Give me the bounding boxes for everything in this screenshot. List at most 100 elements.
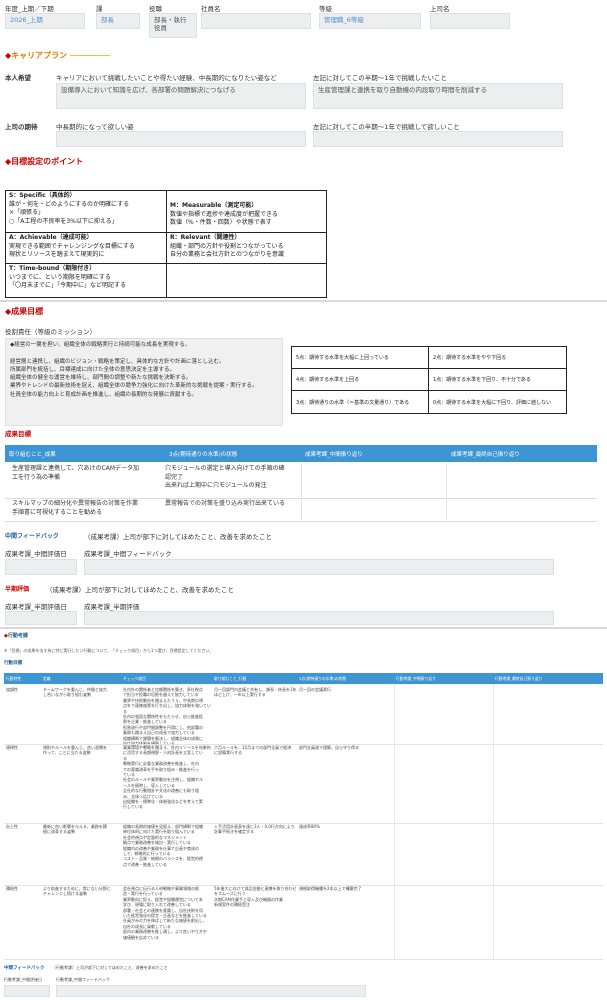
- behavior-header-cell: 行動特性: [4, 673, 41, 684]
- grade-field[interactable]: 管理職_6等級: [319, 13, 421, 29]
- mid-date-field[interactable]: [5, 559, 77, 575]
- title-underline: [70, 55, 110, 56]
- score-scale-cell: 1点：期待する水準を下回り、不十分である: [429, 369, 566, 391]
- half-eval-label: 半期評価: [5, 586, 30, 593]
- behavior-cell: 六月ルールを、10月までの部門全員で経済 に設備実行する: [214, 745, 292, 756]
- results-subtitle: 成果目標: [5, 430, 31, 438]
- behavior-note: ※「目標」の成果を出す為に特に実行したい行動について、「チェック項目」から1つ選…: [4, 648, 214, 653]
- self-q2-label: 左記に対してこの半期〜1年で挑戦したいこと: [313, 74, 447, 82]
- mission-label: 役割責任（等級のミッション）: [5, 328, 96, 336]
- behavior-cell: 事業環境や戦略を踏まえ、社内リソースを効果的 に活用する長期視野・人材計画を立案…: [123, 745, 211, 810]
- results-header-cell: 成果考課_中間振り返り: [301, 445, 447, 462]
- smart-m-cell: M：Measurable（測定可能） 数値や指標で進捗や達成度が把握できる 数値（…: [170, 202, 278, 227]
- period-label: 年度_上期／下期: [5, 5, 54, 13]
- period-field[interactable]: 2026_上期: [5, 13, 85, 29]
- behavior-subtitle: 行動目標: [4, 661, 22, 666]
- score-scale-cell: 3点：期待通りの水準（＝基準の文量通り）である: [292, 391, 429, 413]
- score-scale-cell: 2点：期待する水準をやや下回る: [429, 347, 566, 369]
- results-title: ◆成果目標: [5, 307, 44, 316]
- behavior-cell: 規格取得機種を2本以上で構築完了: [299, 886, 362, 891]
- mid-review-cell[interactable]: [301, 463, 447, 497]
- mid-feedback-label: 中間フィードバック: [5, 533, 59, 540]
- score-scale-cell: 0点：期待する水準を大幅に下回り、評価に値しない: [433, 399, 551, 406]
- behavior-section: ◆行動考課 ※「目標」の成果を出す為に特に実行したい行動について、「チェック項目…: [0, 629, 607, 1000]
- self-answer2-field[interactable]: 生産管理課と連携を取り自動機の内段取り時間を削減する: [313, 83, 563, 109]
- boss-answer1-field[interactable]: [56, 131, 306, 147]
- score-scale-cell: 5点：期待する水準を大幅に上回っている: [292, 347, 429, 369]
- behavior-cell: 部門全員達で理解、自ら守り得る: [299, 745, 359, 750]
- name-field[interactable]: [201, 13, 311, 29]
- behavior-header-cell: チェック項目: [121, 673, 212, 684]
- row-divider: [4, 959, 603, 960]
- behavior-cell: 積極性: [6, 886, 18, 891]
- behavior-cell: 月一回部門内会議と共有し、課長・係長を1年 ほど上げ、一年以上実行する: [214, 687, 297, 698]
- career-section: 年度_上期／下期 課 役職 社員名 等級 上司名 2026_上期 部長 部長・執…: [0, 0, 607, 300]
- grade-label: 等級: [319, 5, 332, 13]
- behavior-header-cell: 行動考課_中間振り返り: [394, 673, 493, 684]
- results-header-cell: 3点(期待通りの水準)の状態: [165, 445, 301, 462]
- behavior-cell: 規律性: [6, 745, 18, 750]
- behavior-cell: 達成率80%: [299, 824, 320, 829]
- smart-a-cell: A：Achievable（達成可能） 実現できる範囲でチャレンジングな目標にする …: [9, 234, 135, 259]
- smart-t-cell: T：Time-bound（期限付き） いつまでに、という期限を明確にする 「〇月末…: [9, 265, 127, 290]
- half-eval-note: （成果考課）上司が部下に対してほめたこと、改善を求めたこと: [46, 586, 235, 594]
- table-row: スキルマップの細分化や異常報告の対策を作業 手順書に可視化することを勧める: [12, 500, 139, 516]
- results-header-cell: 取り組むこと_成果: [5, 445, 165, 462]
- smart-table: S：Specific（具体的） 誰が・何を・どのようにするのか明確にする ×「頑張…: [5, 190, 327, 298]
- half-date-field[interactable]: [5, 611, 77, 625]
- mid-feedback-field[interactable]: [84, 559, 554, 575]
- smart-r-cell: R：Relevant（関連性） 組織・部門の方針や役割とつながっている 自分の業務…: [170, 234, 284, 259]
- column-divider: [394, 684, 395, 959]
- mid-feedback-note: （成果考課）上司が部下に対してほめたこと、改善を求めたこと: [84, 533, 273, 541]
- half-date-label: 成果考課_半期評価日: [5, 603, 67, 611]
- behavior-cell: 入手活用計画表を達に3人・4.0行方向により 計算手続きを確定する: [214, 824, 295, 835]
- boss-q1-label: 中長期的になって欲しい姿: [56, 123, 134, 131]
- boss-answer2-field[interactable]: [313, 131, 563, 147]
- half-eval-field[interactable]: [84, 611, 554, 625]
- behavior-mid-date-field[interactable]: [4, 985, 50, 997]
- behavior-header-cell: 行動考課_最終自己振り返り: [493, 673, 603, 684]
- half-eval-field-label: 成果考課_半期評価: [84, 603, 140, 611]
- role-label: 役職: [149, 5, 162, 13]
- career-plan-title: ◆キャリアプラン: [5, 51, 68, 60]
- results-section: ◆成果目標 役割責任（等級のミッション） ◆経営の一翼を担い、組織全体の戦略実行…: [0, 302, 607, 627]
- smart-s-cell: S：Specific（具体的） 誰が・何を・どのようにするのか明確にする ×「頑張…: [9, 192, 130, 226]
- behavior-title: ◆行動考課: [4, 633, 28, 639]
- table-row: 生産管理課と連携して、穴あけのCAMデータ加 工を行う為の準備: [12, 465, 139, 481]
- table-row: 穴モジュールの選定と導入向けての手順の確 認完了 出来れば上期中に穴モジュールの…: [165, 465, 285, 490]
- behavior-cell: 協調性: [6, 687, 18, 692]
- behavior-cell: 社内外の関係者と信頼関係を築き、多社視点 で担当や役職の垣根を越えて協力している…: [123, 687, 211, 746]
- behavior-header-cell: 取り組むこと_行動: [212, 673, 297, 684]
- behavior-header-cell: 3点(期待通りの水準)の状態: [297, 673, 394, 684]
- goal-points-title: ◆目標設定のポイント: [5, 157, 84, 166]
- column-divider: [493, 684, 494, 959]
- behavior-cell: 組織の長期的価値を見据え、部門横断で組織 単位体的に向けた実行を取り組んでいる …: [123, 824, 203, 867]
- behavior-cell: 向上性: [6, 824, 18, 829]
- behavior-mid-feedback-note: （行動考課）上司が部下に対してほめたこと、改善を求めたこと: [52, 965, 168, 970]
- name-label: 社員名: [201, 5, 221, 13]
- role-field[interactable]: 部長・執行役員: [149, 13, 197, 38]
- mid-feedback-field-label: 成果考課_中間フィードバック: [84, 550, 172, 558]
- self-wish-label: 本人希望: [5, 74, 31, 82]
- boss-field[interactable]: [430, 13, 510, 29]
- score-scale-cell: 4点：期待する水準を上回る: [292, 369, 429, 391]
- boss-q2-label: 左記に対してこの半期〜1年で挑戦して欲しいこと: [313, 123, 460, 131]
- mission-field[interactable]: ◆経営の一翼を担い、組織全体の戦略実行と持続可能な成長を実現する。 経営層と連携…: [5, 338, 283, 426]
- behavior-cell: より前進するために、常にない分野に チャレンジし続ける姿勢: [43, 886, 111, 897]
- mid-review-cell[interactable]: [301, 498, 447, 520]
- behavior-cell: 会社視点に伝行る人材戦略や事業領域の創 造・実行を行っている 業界動向に捉え、経…: [123, 886, 207, 940]
- section-field[interactable]: 部長: [96, 13, 140, 29]
- behavior-cell: チームワークを重んじ、仲間と協力 し合いながら取り組む姿勢: [43, 687, 107, 698]
- behavior-cell: 最新に良い影響を与える、業務を積 極に改革する姿勢: [43, 824, 107, 835]
- table-row: 異常報告での対策を盛り込み実行出来ている: [165, 500, 286, 507]
- self-answer1-field[interactable]: 設備導入において知識を広げ、各部署の問題解決につなげる: [56, 83, 306, 109]
- behavior-mid-feedback-field-label: 行動考課_中間フィードバック: [56, 977, 110, 982]
- row-divider: [5, 521, 597, 522]
- behavior-cell: 5年後大に向けて部品金額と連携を取り合わせ をスムーズに行う 次期CAM作業手と…: [214, 886, 297, 908]
- behavior-mid-feedback-label: 中間フィードバック: [4, 966, 45, 971]
- behavior-header-cell: 定義: [41, 673, 121, 684]
- behavior-mid-feedback-field[interactable]: [56, 985, 366, 997]
- section-label: 課: [96, 5, 103, 13]
- behavior-cell: 規則やルールを重んじ、良い習慣を 作って、ことに当たる姿勢: [43, 745, 107, 756]
- self-q1-label: キャリアにおいて挑戦したいことや得たい経験、中長期的になりたい姿など: [56, 74, 277, 82]
